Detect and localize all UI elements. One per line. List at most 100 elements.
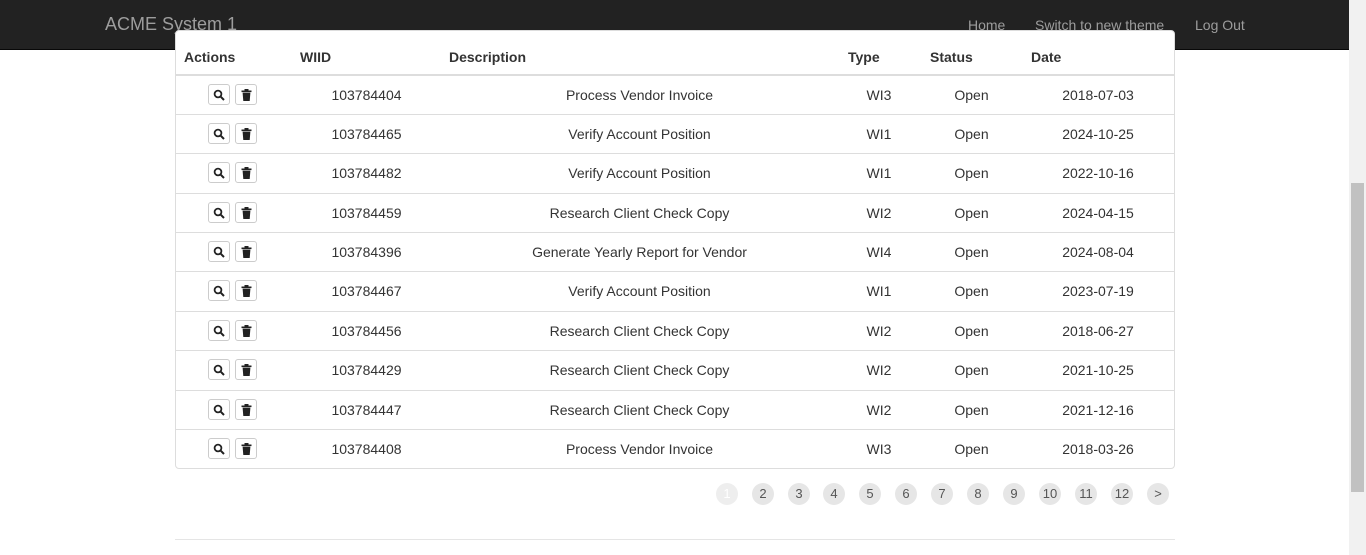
cell-date: 2018-03-26 <box>1062 441 1134 457</box>
view-button[interactable] <box>208 84 230 105</box>
cell-date: 2024-08-04 <box>1062 244 1134 260</box>
view-button[interactable] <box>208 320 230 341</box>
nav-logout-link[interactable]: Log Out <box>1195 17 1245 33</box>
cell-type: WI2 <box>866 205 892 221</box>
trash-icon <box>241 284 252 297</box>
cell-date: 2021-10-25 <box>1062 362 1134 378</box>
view-button[interactable] <box>208 123 230 144</box>
cell-date: 2018-06-27 <box>1062 323 1134 339</box>
cell-status: Open <box>954 362 989 378</box>
table-row: 103784465 Verify Account Position WI1 Open 2… <box>176 114 1174 153</box>
table-row: 103784396 Generate Yearly Report for Vend… <box>176 232 1174 271</box>
cell-wiid: 103784459 <box>331 205 402 221</box>
search-icon <box>213 364 225 376</box>
cell-wiid: 103784429 <box>331 362 402 378</box>
page-button-6[interactable]: 6 <box>895 483 917 505</box>
cell-status: Open <box>954 87 989 103</box>
page-button-3[interactable]: 3 <box>788 483 810 505</box>
search-icon <box>213 89 225 101</box>
cell-wiid: 103784465 <box>331 126 402 142</box>
cell-wiid: 103784447 <box>331 402 402 418</box>
search-icon <box>213 325 225 337</box>
cell-description: Research Client Check Copy <box>549 205 730 221</box>
search-icon <box>213 207 225 219</box>
trash-icon <box>241 324 252 337</box>
cell-type: WI3 <box>866 441 892 457</box>
cell-description: Process Vendor Invoice <box>565 87 714 103</box>
delete-button[interactable] <box>235 359 257 380</box>
cell-wiid: 103784404 <box>331 87 402 103</box>
view-button[interactable] <box>208 241 230 262</box>
view-button[interactable] <box>208 202 230 223</box>
page-button-5[interactable]: 5 <box>859 483 881 505</box>
table-row: 103784459 Research Client Check Copy WI2 Op… <box>176 193 1174 232</box>
cell-status: Open <box>954 283 989 299</box>
trash-icon <box>241 206 252 219</box>
page-button-11[interactable]: 11 <box>1075 483 1097 505</box>
delete-button[interactable] <box>235 399 257 420</box>
delete-button[interactable] <box>235 241 257 262</box>
table-row: 103784482 Verify Account Position WI1 Open 2… <box>176 153 1174 192</box>
header-wiid[interactable]: WIID <box>300 49 331 65</box>
table-header: Actions WIID Description Type Status Dat… <box>176 48 1174 76</box>
delete-button[interactable] <box>235 320 257 341</box>
scrollbar[interactable] <box>1349 0 1366 555</box>
cell-status: Open <box>954 323 989 339</box>
cell-status: Open <box>954 165 989 181</box>
delete-button[interactable] <box>235 202 257 223</box>
delete-button[interactable] <box>235 84 257 105</box>
cell-description: Generate Yearly Report for Vendor <box>532 244 747 260</box>
cell-description: Verify Account Position <box>568 283 711 299</box>
cell-description: Research Client Check Copy <box>549 402 730 418</box>
cell-type: WI1 <box>866 126 892 142</box>
view-button[interactable] <box>208 359 230 380</box>
view-button[interactable] <box>208 399 230 420</box>
trash-icon <box>241 127 252 140</box>
page-button-4[interactable]: 4 <box>823 483 845 505</box>
view-button[interactable] <box>208 162 230 183</box>
cell-status: Open <box>954 126 989 142</box>
header-date[interactable]: Date <box>1031 49 1061 65</box>
trash-icon <box>241 88 252 101</box>
trash-icon <box>241 403 252 416</box>
page-button-1[interactable]: 1 <box>716 483 738 505</box>
search-icon <box>213 246 225 258</box>
cell-status: Open <box>954 441 989 457</box>
page-button-9[interactable]: 9 <box>1003 483 1025 505</box>
trash-icon <box>241 442 252 455</box>
view-button[interactable] <box>208 438 230 459</box>
delete-button[interactable] <box>235 123 257 144</box>
scrollbar-thumb[interactable] <box>1351 183 1364 492</box>
cell-date: 2018-07-03 <box>1062 87 1134 103</box>
cell-description: Verify Account Position <box>568 126 711 142</box>
page-button-12[interactable]: 12 <box>1111 483 1133 505</box>
cell-type: WI3 <box>866 87 892 103</box>
cell-description: Research Client Check Copy <box>549 362 730 378</box>
trash-icon <box>241 166 252 179</box>
trash-icon <box>241 363 252 376</box>
cell-date: 2024-04-15 <box>1062 205 1134 221</box>
next-page-button[interactable]: > <box>1147 483 1169 505</box>
view-button[interactable] <box>208 280 230 301</box>
header-type[interactable]: Type <box>848 49 880 65</box>
header-status[interactable]: Status <box>930 49 973 65</box>
cell-status: Open <box>954 402 989 418</box>
page-button-2[interactable]: 2 <box>752 483 774 505</box>
delete-button[interactable] <box>235 162 257 183</box>
header-description[interactable]: Description <box>449 49 526 65</box>
cell-type: WI1 <box>866 283 892 299</box>
cell-wiid: 103784396 <box>331 244 402 260</box>
cell-type: WI2 <box>866 402 892 418</box>
trash-icon <box>241 245 252 258</box>
delete-button[interactable] <box>235 280 257 301</box>
table-row: 103784404 Process Vendor Invoice WI3 Open 20… <box>176 75 1174 114</box>
cell-status: Open <box>954 244 989 260</box>
delete-button[interactable] <box>235 438 257 459</box>
table-row: 103784429 Research Client Check Copy WI2 Op… <box>176 350 1174 389</box>
search-icon <box>213 285 225 297</box>
cell-wiid: 103784482 <box>331 165 402 181</box>
page-button-7[interactable]: 7 <box>931 483 953 505</box>
page-button-10[interactable]: 10 <box>1039 483 1061 505</box>
table-row: 103784447 Research Client Check Copy WI2 Op… <box>176 390 1174 429</box>
page-button-8[interactable]: 8 <box>967 483 989 505</box>
